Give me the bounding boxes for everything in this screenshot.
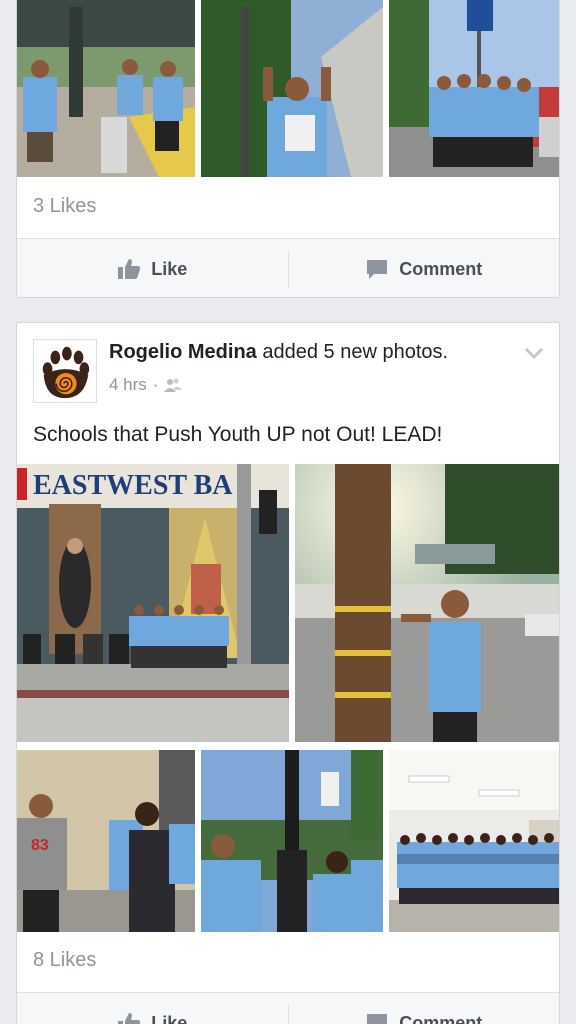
post-photo[interactable] (389, 0, 559, 177)
like-count[interactable]: 8 Likes (33, 949, 96, 972)
bank-sign: EASTWEST BA (33, 470, 233, 501)
comment-button[interactable]: Comment (289, 993, 560, 1024)
comment-label: Comment (399, 258, 483, 279)
author-name[interactable]: Rogelio Medina (109, 341, 257, 363)
thumbs-up-icon (118, 1013, 141, 1024)
post-photo[interactable] (201, 750, 383, 932)
post-action-text: added 5 new photos. (262, 341, 449, 363)
post-text: Schools that Push Youth UP not Out! LEAD… (33, 423, 443, 446)
post-photo[interactable]: 83 (17, 750, 195, 932)
like-button[interactable]: Like (17, 993, 288, 1024)
comment-icon (367, 260, 388, 279)
like-count[interactable]: 3 Likes (33, 195, 96, 218)
like-label: Like (151, 258, 188, 279)
post-photo[interactable] (295, 464, 559, 742)
post-timestamp[interactable]: 4 hrs (109, 375, 147, 395)
comment-button[interactable]: Comment (289, 239, 560, 297)
like-button[interactable]: Like (17, 239, 288, 297)
comment-icon (367, 1014, 388, 1024)
chevron-down-icon[interactable] (523, 345, 545, 361)
post-photo[interactable] (201, 0, 383, 177)
post-meta: 4 hrs · (109, 375, 183, 395)
meta-separator: · (152, 375, 159, 394)
post-header: Rogelio Medina added 5 new photos. (109, 341, 448, 364)
post-actions: Like Comment (17, 993, 559, 1024)
post-card: Rogelio Medina added 5 new photos. 4 hrs… (16, 322, 560, 1024)
thumbs-up-icon (118, 259, 141, 279)
author-avatar[interactable] (33, 339, 97, 403)
post-photo[interactable]: EASTWEST BA (17, 464, 289, 742)
svg-text:83: 83 (31, 837, 49, 854)
post-card-previous: 3 Likes Like Comment (16, 0, 560, 298)
comment-label: Comment (399, 1012, 483, 1024)
friends-icon (164, 378, 183, 392)
post-photo[interactable] (17, 0, 195, 177)
post-photo[interactable] (389, 750, 559, 932)
post-actions: Like Comment (17, 239, 560, 297)
like-label: Like (151, 1012, 188, 1024)
paw-spiral-logo-icon (34, 340, 96, 402)
